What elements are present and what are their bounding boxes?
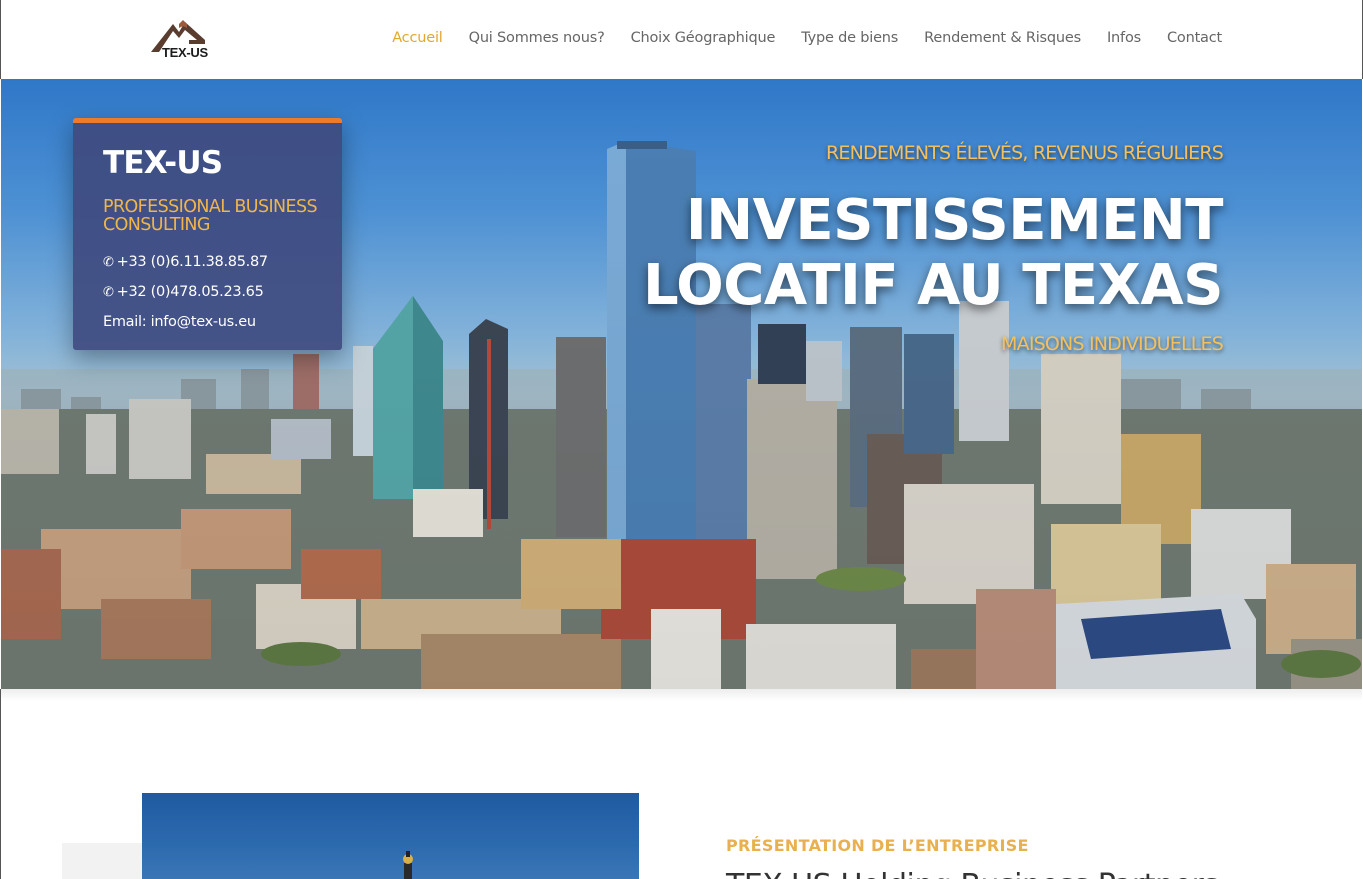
hero-title-line-1: INVESTISSEMENT xyxy=(685,188,1224,253)
phone-line-2[interactable]: ✆ +32 (0)478.05.23.65 xyxy=(103,284,264,300)
phone-line-1[interactable]: ✆ +33 (0)6.11.38.85.87 xyxy=(103,254,268,270)
main-nav: Accueil Qui Sommes nous? Choix Géographi… xyxy=(392,30,1222,46)
section-heading: TEX-US Holding Business Partners xyxy=(726,868,1219,879)
hero-title: INVESTISSEMENT LOCATIF AU TEXAS xyxy=(603,188,1224,318)
hero-title-line-2: LOCATIF AU TEXAS xyxy=(642,253,1224,318)
phone-number-1: +33 (0)6.11.38.85.87 xyxy=(116,254,269,270)
nav-accueil[interactable]: Accueil xyxy=(392,30,443,46)
email-line[interactable]: Email: info@tex-us.eu xyxy=(103,314,256,330)
card-title: TEX-US xyxy=(103,145,223,181)
nav-type-de-biens[interactable]: Type de biens xyxy=(801,30,898,46)
site-logo[interactable]: TEX-US xyxy=(149,18,223,62)
phone-icon: ✆ xyxy=(103,255,114,270)
site-header: TEX-US Accueil Qui Sommes nous? Choix Gé… xyxy=(0,0,1363,79)
phone-number-2: +32 (0)478.05.23.65 xyxy=(116,284,264,300)
decorative-block xyxy=(62,843,142,879)
phone-icon: ✆ xyxy=(103,285,114,300)
nav-contact[interactable]: Contact xyxy=(1167,30,1222,46)
company-photo xyxy=(142,793,639,879)
card-subtitle: PROFESSIONAL BUSINESS CONSULTING xyxy=(103,197,318,235)
nav-choix-geographique[interactable]: Choix Géographique xyxy=(631,30,776,46)
nav-infos[interactable]: Infos xyxy=(1107,30,1141,46)
nav-qui-sommes-nous[interactable]: Qui Sommes nous? xyxy=(469,30,605,46)
nav-rendement-risques[interactable]: Rendement & Risques xyxy=(924,30,1081,46)
hero-kicker: RENDEMENTS ÉLEVÉS, REVENUS RÉGULIERS xyxy=(825,142,1224,164)
contact-card: TEX-US PROFESSIONAL BUSINESS CONSULTING … xyxy=(73,118,342,350)
logo-text: TEX-US xyxy=(162,45,208,60)
section-label: PRÉSENTATION DE L’ENTREPRISE xyxy=(726,836,1029,855)
hero-tagline: MAISONS INDIVIDUELLES xyxy=(1001,333,1224,355)
